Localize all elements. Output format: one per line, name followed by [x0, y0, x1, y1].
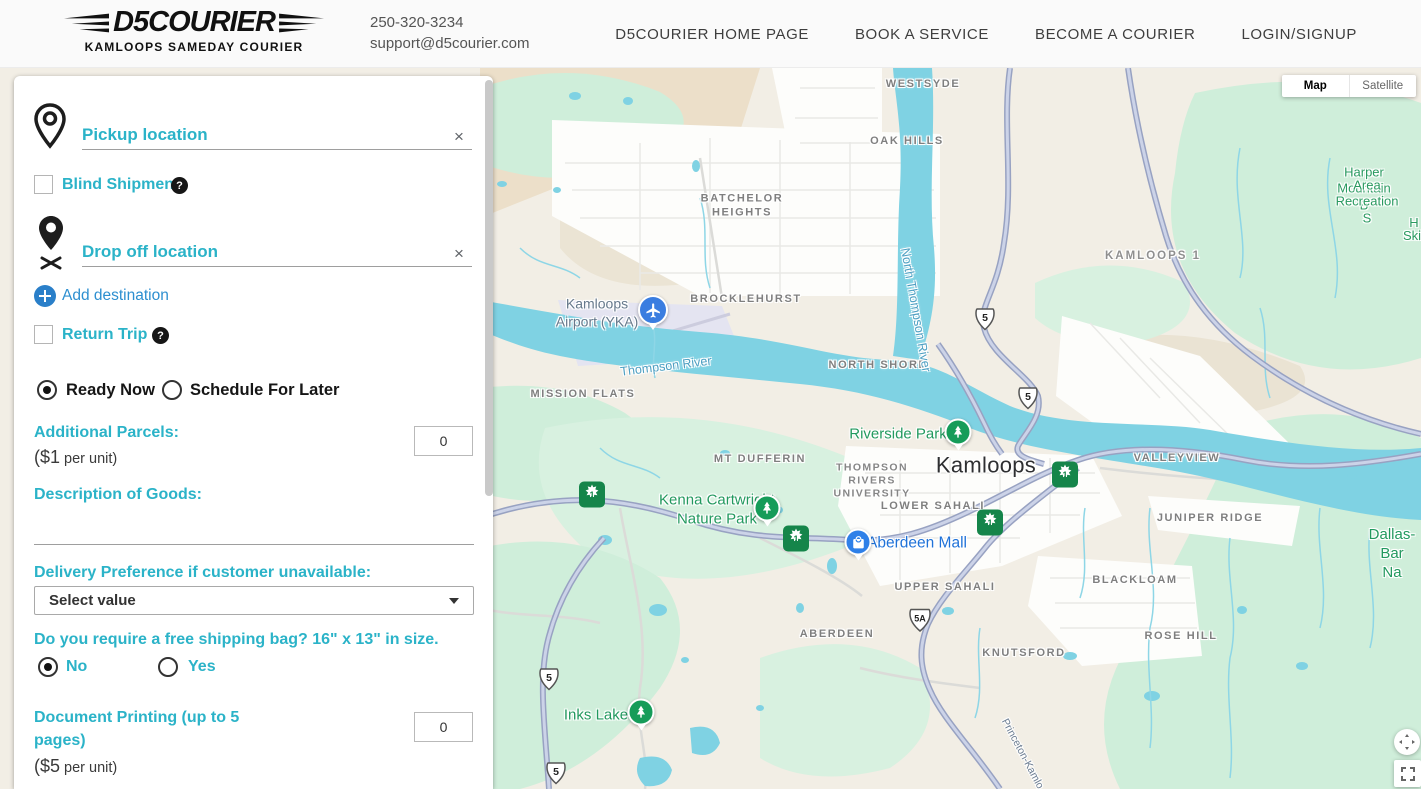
airport-marker[interactable] — [638, 295, 668, 325]
dropoff-pin-icon — [36, 214, 66, 274]
schedule-later-label[interactable]: Schedule For Later — [190, 381, 339, 400]
bag-yes-label[interactable]: Yes — [188, 658, 216, 676]
add-destination-button[interactable] — [34, 285, 56, 307]
schedule-later-radio[interactable] — [162, 380, 182, 400]
aberdeen-mall-marker[interactable] — [845, 529, 872, 556]
description-of-goods-label: Description of Goods: — [34, 483, 202, 506]
additional-parcels-input[interactable] — [414, 426, 473, 456]
blind-shipment-checkbox[interactable] — [34, 175, 53, 194]
nav-login-signup-link[interactable]: LOGIN/SIGNUP — [1241, 26, 1357, 43]
fullscreen-button[interactable] — [1394, 760, 1421, 787]
delivery-preference-value: Select value — [49, 592, 449, 609]
logo-title: D5COURIER — [113, 6, 275, 39]
bag-no-label[interactable]: No — [66, 658, 87, 676]
pan-control-button[interactable] — [1394, 729, 1420, 755]
map-view-button[interactable]: Map — [1282, 75, 1350, 97]
blind-shipment-help-icon[interactable]: ? — [171, 177, 188, 194]
logo-wing-left-icon — [64, 10, 109, 36]
shipping-bag-question-label: Do you require a free shipping bag? 16" … — [34, 628, 474, 651]
ready-now-label[interactable]: Ready Now — [66, 381, 155, 400]
return-trip-label[interactable]: Return Trip — [62, 326, 147, 344]
return-trip-checkbox[interactable] — [34, 325, 53, 344]
delivery-preference-label: Delivery Preference if customer unavaila… — [34, 561, 371, 584]
tree-icon — [628, 699, 655, 726]
logo-subtitle: KAMLOOPS SAMEDAY COURIER — [64, 40, 324, 54]
plus-icon — [39, 290, 51, 302]
document-printing-input[interactable] — [414, 712, 473, 742]
dropoff-clear-button[interactable]: × — [454, 245, 464, 262]
nav-book-service-link[interactable]: BOOK A SERVICE — [855, 26, 989, 43]
satellite-view-button[interactable]: Satellite — [1350, 75, 1417, 97]
pickup-clear-button[interactable]: × — [454, 128, 464, 145]
kenna-cartwright-marker[interactable] — [754, 495, 781, 522]
ready-now-radio[interactable] — [37, 380, 57, 400]
shopping-bag-icon — [845, 529, 872, 556]
document-printing-label: Document Printing (up to 5 pages) — [34, 706, 244, 752]
logo-wing-right-icon — [279, 10, 324, 36]
airplane-icon — [638, 295, 668, 325]
page: WESTSYDE OAK HILLS BATCHELOR HEIGHTS BRO… — [0, 0, 1421, 789]
pickup-location-input[interactable] — [82, 120, 472, 150]
inks-lake-marker[interactable] — [628, 699, 655, 726]
chevron-down-icon — [449, 598, 459, 604]
description-of-goods-input[interactable] — [34, 513, 474, 545]
additional-parcels-price: ($1 — [34, 447, 60, 467]
bag-no-radio[interactable] — [38, 657, 58, 677]
nav-home-link[interactable]: D5COURIER HOME PAGE — [615, 26, 809, 43]
booking-form-panel: × Blind Shipment ? × Add destination Ret… — [14, 76, 493, 789]
delivery-preference-select[interactable]: Select value — [34, 586, 474, 615]
additional-parcels-note: ($1 per unit) — [34, 447, 117, 468]
document-printing-unit: per unit) — [60, 760, 117, 776]
fullscreen-icon — [1401, 767, 1415, 781]
document-printing-price: ($5 — [34, 756, 60, 776]
panel-scrollbar[interactable] — [485, 80, 493, 496]
header: D5COURIER KAMLOOPS SAMEDAY COURIER 250-3… — [0, 0, 1421, 68]
return-trip-help-icon[interactable]: ? — [152, 327, 169, 344]
phone-number: 250-320-3234 — [370, 12, 529, 33]
additional-parcels-label: Additional Parcels: — [34, 421, 179, 444]
dropoff-location-input[interactable] — [82, 237, 472, 267]
logo[interactable]: D5COURIER KAMLOOPS SAMEDAY COURIER — [64, 6, 324, 54]
additional-parcels-unit: per unit) — [60, 451, 117, 467]
map-type-control: Map Satellite — [1282, 75, 1416, 97]
blind-shipment-label[interactable]: Blind Shipment — [62, 176, 179, 194]
main-nav: D5COURIER HOME PAGE BOOK A SERVICE BECOM… — [615, 0, 1357, 68]
add-destination-label[interactable]: Add destination — [62, 287, 169, 305]
pan-arrows-icon — [1399, 734, 1415, 750]
tree-icon — [945, 419, 972, 446]
bag-yes-radio[interactable] — [158, 657, 178, 677]
riverside-park-marker[interactable] — [945, 419, 972, 446]
tree-icon — [754, 495, 781, 522]
contact-info: 250-320-3234 support@d5courier.com — [370, 12, 529, 54]
support-email: support@d5courier.com — [370, 33, 529, 54]
pickup-pin-icon — [32, 102, 68, 150]
document-printing-note: ($5 per unit) — [34, 756, 117, 777]
nav-become-courier-link[interactable]: BECOME A COURIER — [1035, 26, 1195, 43]
